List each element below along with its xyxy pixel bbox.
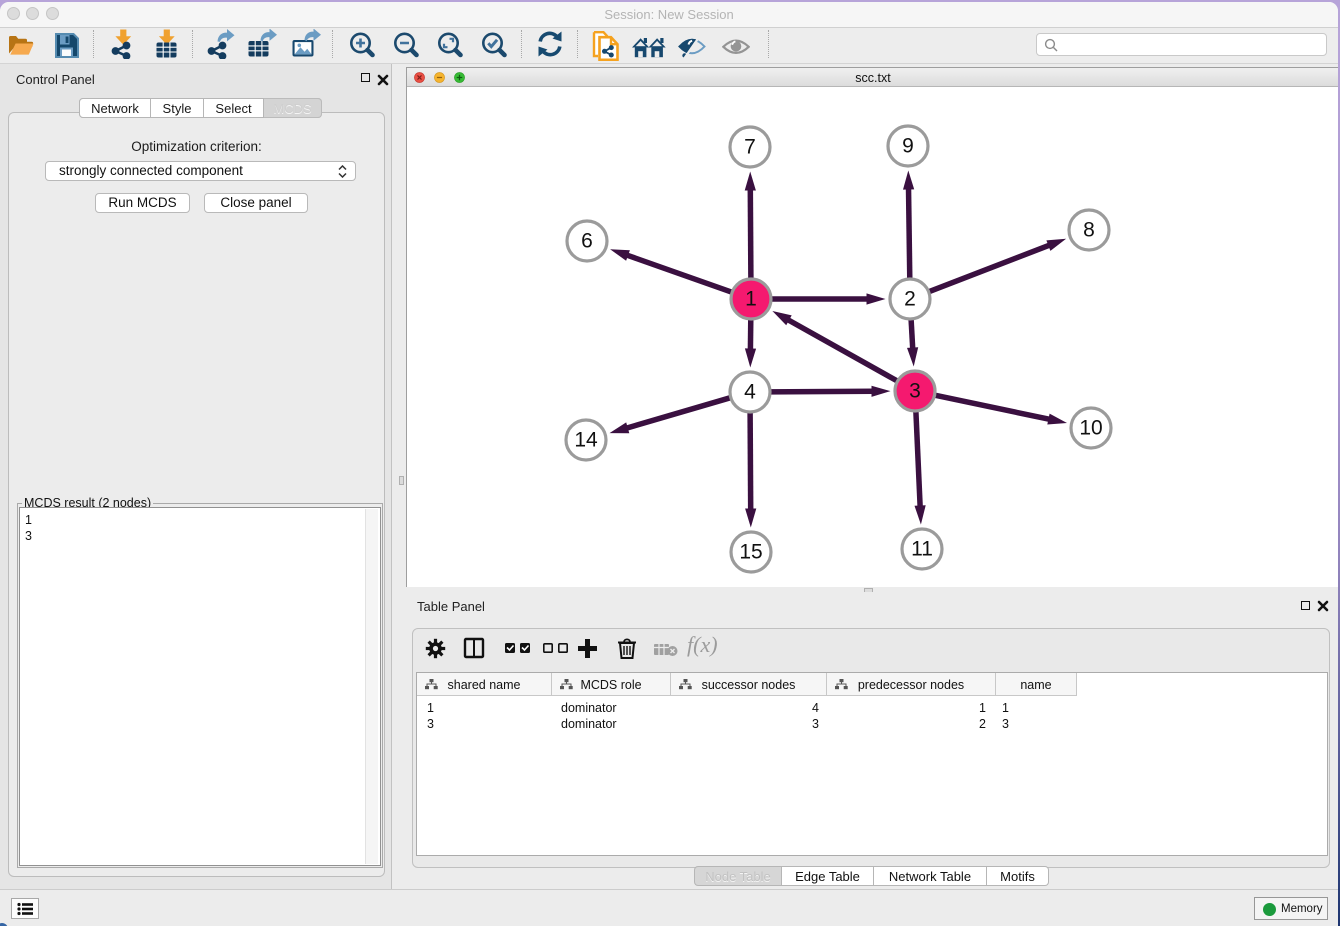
svg-text:6: 6	[581, 230, 593, 253]
svg-text:3: 3	[909, 380, 921, 403]
svg-text:14: 14	[574, 429, 598, 452]
svg-text:2: 2	[904, 288, 916, 311]
svg-text:15: 15	[739, 541, 762, 564]
svg-text:4: 4	[744, 381, 756, 404]
svg-text:8: 8	[1083, 219, 1095, 242]
svg-text:9: 9	[902, 135, 914, 158]
svg-text:1: 1	[745, 288, 757, 311]
svg-text:7: 7	[744, 136, 756, 159]
svg-text:11: 11	[911, 538, 933, 561]
svg-text:10: 10	[1079, 417, 1102, 440]
